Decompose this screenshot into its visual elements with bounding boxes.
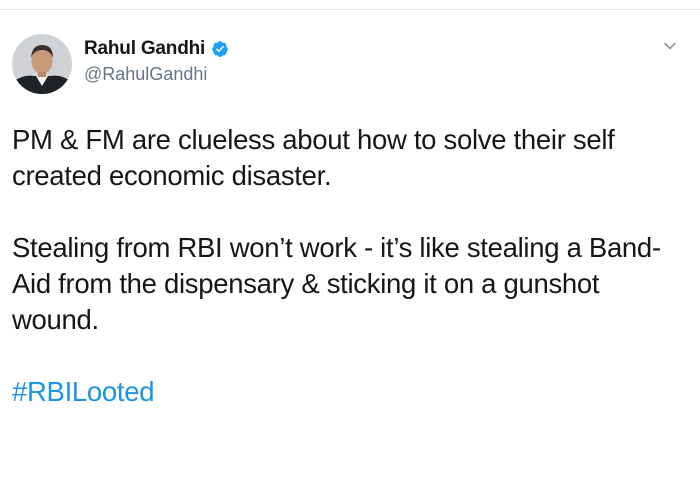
- handle[interactable]: @RahulGandhi: [84, 64, 229, 85]
- verified-badge-icon: [211, 40, 229, 58]
- tweet-paragraph-2: Stealing from RBI won’t work - it’s like…: [12, 232, 661, 335]
- tweet-card: Rahul Gandhi @RahulGandhi PM & FM are cl…: [0, 10, 700, 500]
- chevron-down-icon[interactable]: [662, 38, 678, 54]
- author-block: Rahul Gandhi @RahulGandhi: [84, 36, 229, 85]
- name-row: Rahul Gandhi: [84, 36, 229, 62]
- avatar-image: [12, 34, 72, 94]
- display-name[interactable]: Rahul Gandhi: [84, 38, 205, 60]
- tweet-text: PM & FM are clueless about how to solve …: [12, 122, 682, 410]
- tweet-paragraph-1: PM & FM are clueless about how to solve …: [12, 124, 615, 191]
- avatar[interactable]: [12, 34, 72, 94]
- top-divider: [0, 0, 700, 10]
- hashtag-link[interactable]: #RBILooted: [12, 376, 155, 407]
